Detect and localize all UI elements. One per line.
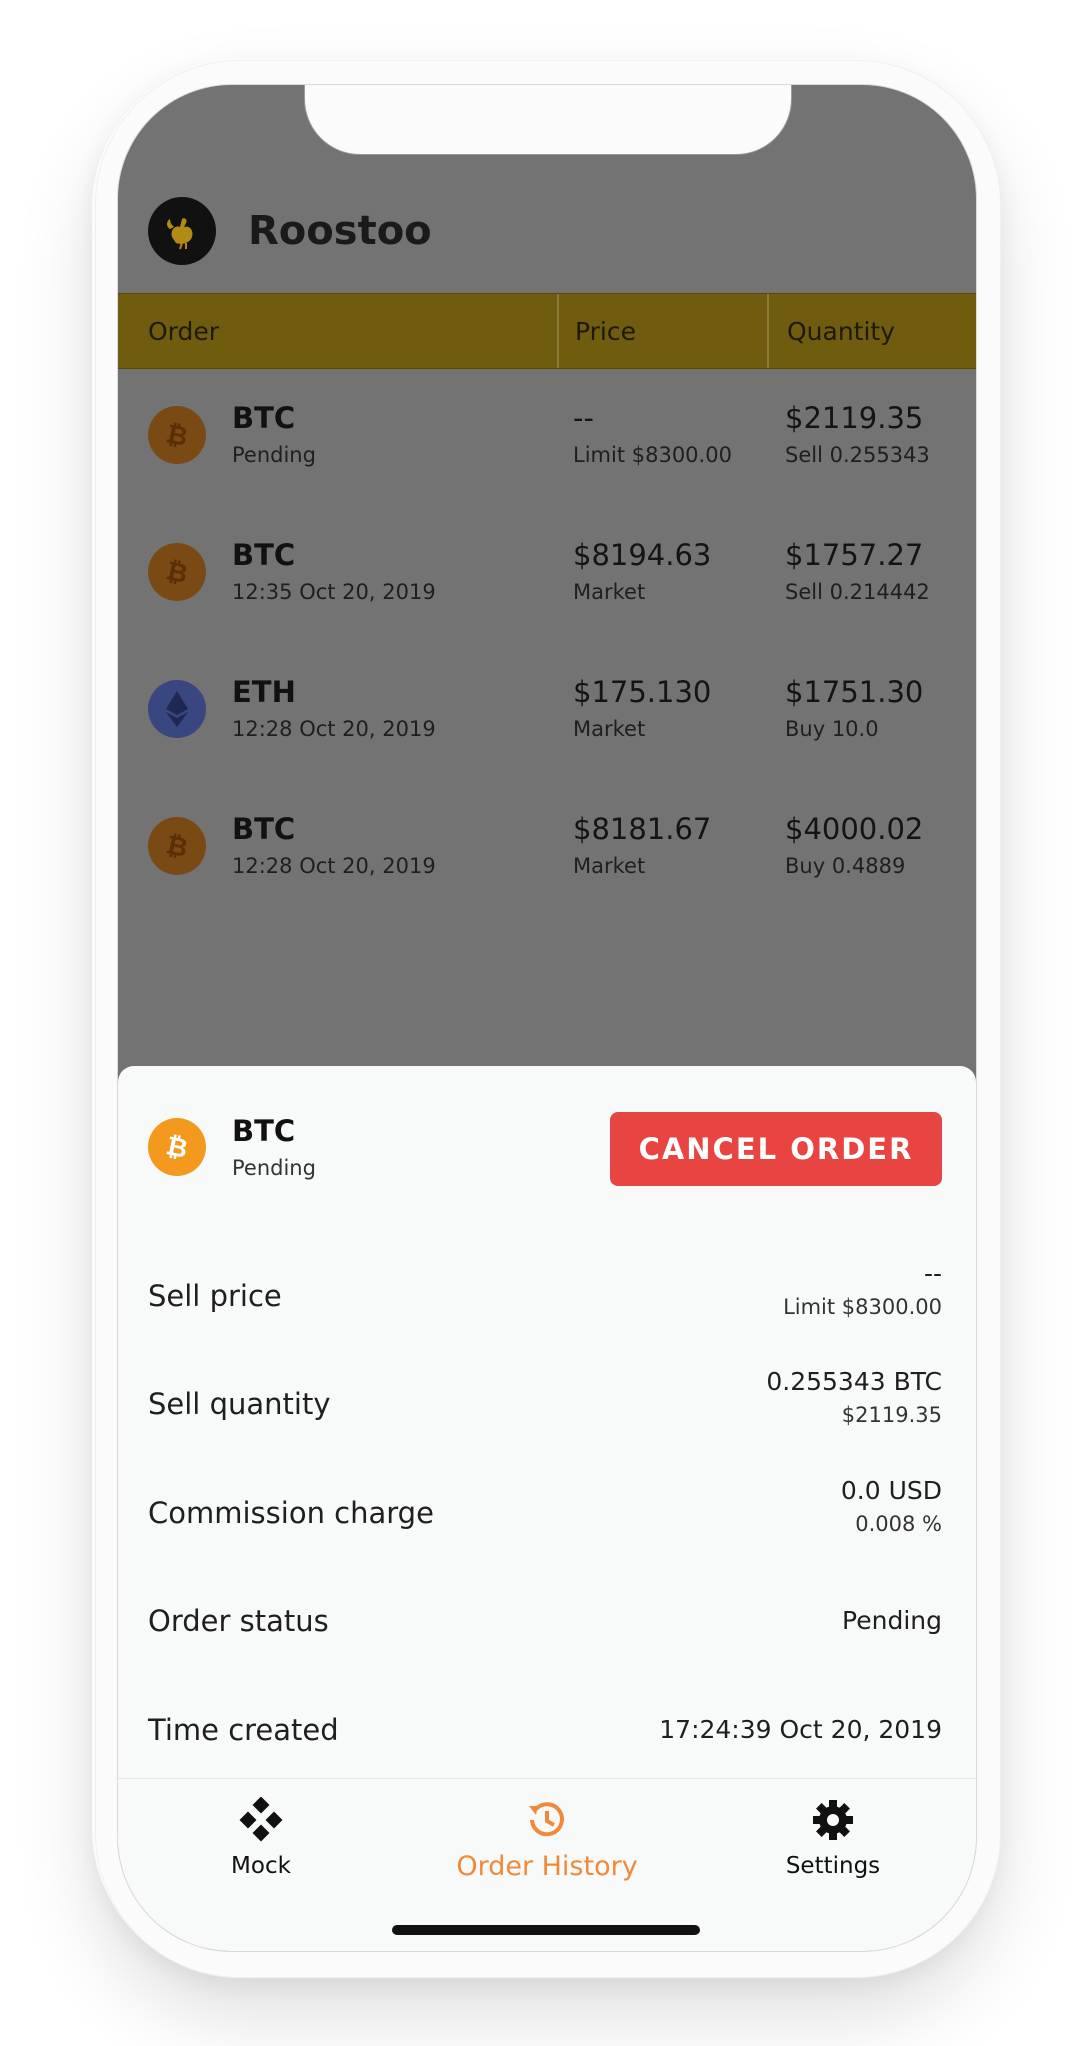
app-header: Roostoo: [118, 197, 976, 265]
order-amount: $1757.27: [785, 538, 924, 572]
home-indicator: [392, 1925, 700, 1935]
detail-row-order-status: Order status Pending: [118, 1574, 976, 1674]
app-title: Roostoo: [248, 208, 432, 254]
order-amount: $4000.02: [785, 812, 924, 846]
order-quantity: Buy 0.4889: [785, 854, 906, 878]
svg-text:₿: ₿: [163, 556, 190, 589]
order-row[interactable]: ₿ BTC Pending -- Limit $8300.00 $2119.35…: [118, 367, 976, 504]
order-time: Pending: [232, 443, 316, 467]
order-coin: ETH: [232, 675, 296, 709]
tab-label: Settings: [785, 1853, 881, 1879]
phone-screen: Roostoo Order Price Quantity ₿ BTC Pendi…: [117, 84, 977, 1952]
order-price-type: Limit $8300.00: [573, 443, 732, 467]
order-coin: BTC: [232, 538, 296, 572]
detail-subvalue: 0.008 %: [855, 1512, 942, 1536]
order-coin: BTC: [232, 401, 296, 435]
cancel-order-button[interactable]: CANCEL ORDER: [610, 1112, 942, 1186]
tab-settings[interactable]: Settings: [690, 1779, 976, 1899]
detail-row-sell-quantity: Sell quantity 0.255343 BTC $2119.35: [118, 1357, 976, 1457]
order-time: 12:28 Oct 20, 2019: [232, 717, 436, 741]
detail-label: Order status: [148, 1604, 329, 1638]
tab-mock[interactable]: Mock: [118, 1779, 404, 1899]
order-price: $175.130: [573, 675, 712, 709]
order-price-type: Market: [573, 717, 646, 741]
order-price: $8181.67: [573, 812, 712, 846]
order-quantity: Buy 10.0: [785, 717, 879, 741]
svg-text:₿: ₿: [163, 1131, 190, 1164]
svg-text:₿: ₿: [163, 830, 190, 863]
order-quantity: Sell 0.214442: [785, 580, 930, 604]
order-quantity: Sell 0.255343: [785, 443, 930, 467]
detail-row-sell-price: Sell price -- Limit $8300.00: [118, 1249, 976, 1349]
detail-subvalue: Limit $8300.00: [783, 1295, 942, 1319]
bitcoin-icon: ₿: [148, 817, 206, 875]
order-coin: BTC: [232, 812, 296, 846]
column-header-quantity: Quantity: [787, 316, 896, 346]
tab-label: Order History: [456, 1851, 638, 1882]
order-amount: $1751.30: [785, 675, 924, 709]
rooster-logo-icon: [148, 197, 216, 265]
column-header-price: Price: [559, 294, 769, 368]
table-header: Order Price Quantity: [118, 293, 976, 369]
detail-label: Sell quantity: [148, 1387, 331, 1421]
ethereum-icon: [148, 680, 206, 738]
order-list: ₿ BTC Pending -- Limit $8300.00 $2119.35…: [118, 367, 976, 915]
sheet-coin-name: BTC: [232, 1114, 296, 1148]
order-row[interactable]: ₿ BTC 12:35 Oct 20, 2019 $8194.63 Market…: [118, 504, 976, 641]
bitcoin-icon: ₿: [148, 1118, 206, 1176]
detail-value: --: [923, 1259, 942, 1288]
tab-label: Mock: [231, 1853, 291, 1879]
detail-label: Time created: [148, 1713, 339, 1747]
detail-row-time-created: Time created 17:24:39 Oct 20, 2019: [118, 1683, 976, 1783]
detail-label: Sell price: [148, 1279, 282, 1313]
order-row[interactable]: ETH 12:28 Oct 20, 2019 $175.130 Market $…: [118, 641, 976, 778]
order-time: 12:28 Oct 20, 2019: [232, 854, 436, 878]
bitcoin-icon: ₿: [148, 406, 206, 464]
bitcoin-icon: ₿: [148, 543, 206, 601]
order-amount: $2119.35: [785, 401, 924, 435]
svg-text:₿: ₿: [163, 419, 190, 452]
order-price: $8194.63: [573, 538, 712, 572]
order-price-type: Market: [573, 580, 646, 604]
sheet-order-status: Pending: [232, 1156, 316, 1180]
detail-row-commission: Commission charge 0.0 USD 0.008 %: [118, 1466, 976, 1566]
gamepad-icon: [238, 1796, 284, 1847]
order-time: 12:35 Oct 20, 2019: [232, 580, 436, 604]
notch: [304, 85, 792, 155]
order-row[interactable]: ₿ BTC 12:28 Oct 20, 2019 $8181.67 Market…: [118, 778, 976, 915]
gear-icon: [810, 1797, 856, 1847]
order-price-type: Market: [573, 854, 646, 878]
detail-value: 0.0 USD: [840, 1476, 942, 1505]
order-price: --: [573, 401, 594, 435]
column-header-order: Order: [118, 294, 559, 368]
detail-subvalue: $2119.35: [841, 1403, 942, 1427]
tab-order-history[interactable]: Order History: [404, 1779, 690, 1899]
detail-value: 17:24:39 Oct 20, 2019: [659, 1715, 942, 1744]
detail-label: Commission charge: [148, 1496, 434, 1530]
detail-value: Pending: [842, 1606, 942, 1635]
history-icon: [524, 1797, 570, 1847]
detail-value: 0.255343 BTC: [766, 1367, 942, 1396]
